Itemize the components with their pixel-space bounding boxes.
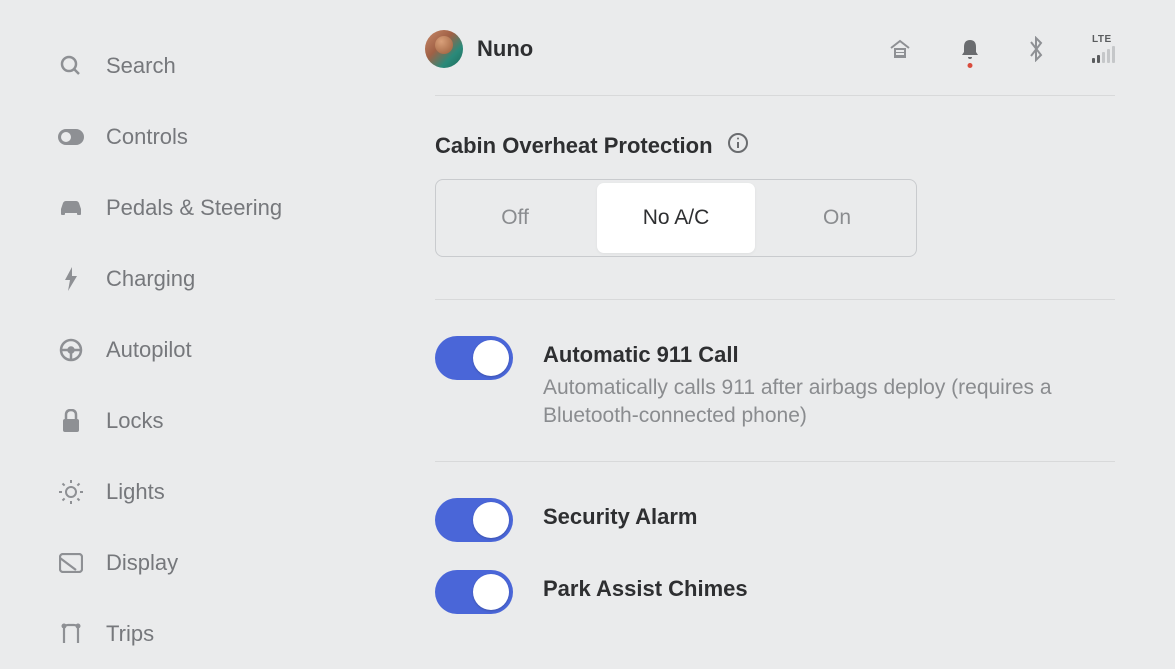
sidebar-item-label: Lights [106, 479, 165, 505]
avatar[interactable] [425, 30, 463, 68]
sidebar-item-label: Display [106, 550, 178, 576]
sidebar-item-search[interactable]: Search [56, 30, 380, 101]
security-alarm-row: Security Alarm [425, 462, 1145, 542]
auto-911-title: Automatic 911 Call [543, 342, 1113, 368]
sidebar-item-locks[interactable]: Locks [56, 385, 380, 456]
sun-icon [56, 479, 86, 505]
cell-signal[interactable]: LTE [1092, 34, 1115, 63]
bluetooth-icon[interactable] [1028, 36, 1044, 62]
sidebar-item-label: Pedals & Steering [106, 195, 282, 221]
trips-icon [56, 623, 86, 645]
bolt-icon [56, 267, 86, 291]
park-assist-row: Park Assist Chimes [425, 542, 1145, 614]
sidebar-item-controls[interactable]: Controls [56, 101, 380, 172]
cabin-overheat-segmented: Off No A/C On [435, 179, 917, 257]
username[interactable]: Nuno [477, 36, 533, 62]
security-alarm-toggle[interactable] [435, 498, 513, 542]
cabin-overheat-title: Cabin Overheat Protection [435, 133, 713, 159]
sidebar-item-display[interactable]: Display [56, 527, 380, 598]
sidebar-item-pedals-steering[interactable]: Pedals & Steering [56, 172, 380, 243]
auto-911-toggle[interactable] [435, 336, 513, 380]
park-assist-title: Park Assist Chimes [543, 576, 748, 602]
info-icon[interactable] [727, 132, 749, 159]
sidebar-item-charging[interactable]: Charging [56, 243, 380, 314]
car-icon [56, 199, 86, 217]
auto-911-row: Automatic 911 Call Automatically calls 9… [425, 300, 1145, 431]
network-type-label: LTE [1092, 34, 1112, 45]
sidebar-item-trips[interactable]: Trips [56, 598, 380, 669]
sidebar-item-lights[interactable]: Lights [56, 456, 380, 527]
cabin-overheat-section: Cabin Overheat Protection Off No A/C On [425, 96, 1145, 257]
signal-bars-icon [1092, 46, 1115, 63]
park-assist-toggle[interactable] [435, 570, 513, 614]
main-panel: Nuno LTE [425, 0, 1145, 614]
notifications-icon[interactable] [960, 38, 980, 60]
status-icons: LTE [888, 34, 1145, 63]
steering-wheel-icon [56, 338, 86, 362]
sidebar: Search Controls Pedals & Steering Chargi… [0, 0, 380, 669]
sidebar-item-label: Autopilot [106, 337, 192, 363]
toggle-icon [56, 129, 86, 145]
cabin-overheat-option-off[interactable]: Off [436, 180, 594, 256]
sidebar-item-label: Locks [106, 408, 163, 434]
display-icon [56, 553, 86, 573]
homelink-icon[interactable] [888, 38, 912, 60]
notification-dot [968, 63, 973, 68]
search-icon [56, 54, 86, 78]
lock-icon [56, 409, 86, 433]
auto-911-description: Automatically calls 911 after airbags de… [543, 374, 1113, 431]
cabin-overheat-option-no-ac[interactable]: No A/C [597, 183, 755, 253]
sidebar-item-label: Controls [106, 124, 188, 150]
sidebar-item-label: Charging [106, 266, 195, 292]
header: Nuno LTE [425, 0, 1145, 85]
security-alarm-title: Security Alarm [543, 504, 697, 530]
sidebar-item-autopilot[interactable]: Autopilot [56, 314, 380, 385]
cabin-overheat-option-on[interactable]: On [758, 180, 916, 256]
sidebar-item-label: Search [106, 53, 176, 79]
sidebar-item-label: Trips [106, 621, 154, 647]
